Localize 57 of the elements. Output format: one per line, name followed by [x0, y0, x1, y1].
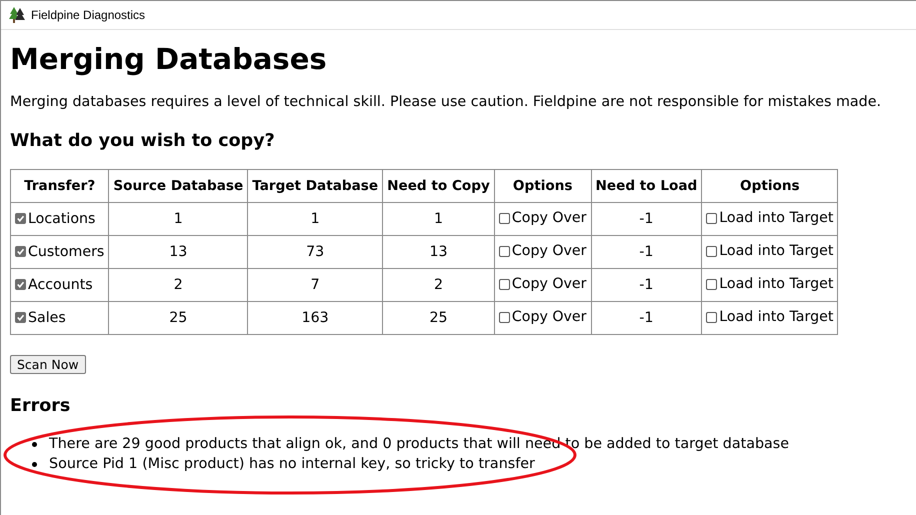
table-cell: 163 [248, 302, 383, 334]
bullet-icon [32, 462, 37, 466]
table-cell: -1 [591, 202, 702, 236]
table-cell: 1 [382, 202, 494, 236]
checkbox[interactable] [498, 212, 510, 224]
table-cell: 1 [108, 202, 248, 236]
checkbox[interactable] [498, 312, 510, 323]
column-header: Need to Copy [382, 170, 494, 202]
table-cell: 13 [108, 236, 248, 268]
window-title: Fieldpine Diagnostics [31, 8, 146, 22]
checkbox[interactable] [498, 246, 510, 257]
column-header: Source Database [108, 170, 248, 202]
checkbox[interactable] [15, 312, 26, 324]
section-heading: What do you wish to copy? [10, 131, 276, 151]
checkbox-label: Copy Over [512, 210, 586, 226]
checkbox-label: Accounts [28, 276, 93, 293]
column-header: Options [702, 170, 838, 202]
table-cell: 13 [382, 236, 494, 268]
checkbox-label: Sales [28, 310, 66, 326]
table-cell: 25 [108, 302, 248, 334]
tree-icon [9, 6, 25, 24]
errors-heading: Errors [10, 396, 72, 416]
warning-text: Merging databases requires a level of technical skill. Please use caution. Fieldpine are not responsible for mistakes made. [10, 94, 882, 110]
column-header: Options [494, 170, 591, 202]
table-cell: 2 [382, 268, 494, 302]
checkbox[interactable] [15, 246, 26, 258]
checkbox[interactable] [498, 278, 510, 290]
checkbox[interactable] [706, 312, 718, 323]
table-cell: 2 [108, 268, 248, 302]
checkbox-label: Load into Target [719, 243, 834, 260]
table-cell: -1 [591, 236, 702, 268]
checkbox-label: Load into Target [719, 309, 834, 326]
column-header: Transfer? [10, 170, 109, 202]
bullet-icon [32, 442, 37, 446]
checkbox[interactable] [706, 278, 718, 290]
checkbox[interactable] [706, 246, 718, 257]
column-header: Target Database [248, 170, 383, 202]
checkbox-label: Load into Target [719, 276, 834, 292]
scan-button[interactable]: Scan Now [10, 355, 86, 374]
table-cell: 25 [382, 302, 494, 334]
table-cell: 73 [248, 236, 383, 268]
table-cell: -1 [591, 302, 702, 334]
checkbox-label: Load into Target [719, 210, 834, 226]
table-cell: -1 [591, 268, 702, 302]
checkbox[interactable] [15, 279, 26, 290]
column-header: Need to Load [591, 170, 702, 202]
checkbox-label: Copy Over [512, 243, 586, 260]
checkbox-label: Copy Over [512, 309, 586, 326]
checkbox[interactable] [15, 213, 26, 224]
checkbox[interactable] [706, 212, 718, 224]
table-cell: 7 [248, 268, 383, 302]
table-cell: 1 [248, 202, 383, 236]
checkbox-label: Customers [28, 244, 104, 260]
checkbox-label: Copy Over [512, 276, 586, 292]
checkbox-label: Locations [28, 210, 96, 227]
error-message: Source Pid 1 (Misc product) has no internal key, so tricky to transfer [49, 456, 535, 472]
page-heading: Merging Databases [10, 42, 328, 76]
